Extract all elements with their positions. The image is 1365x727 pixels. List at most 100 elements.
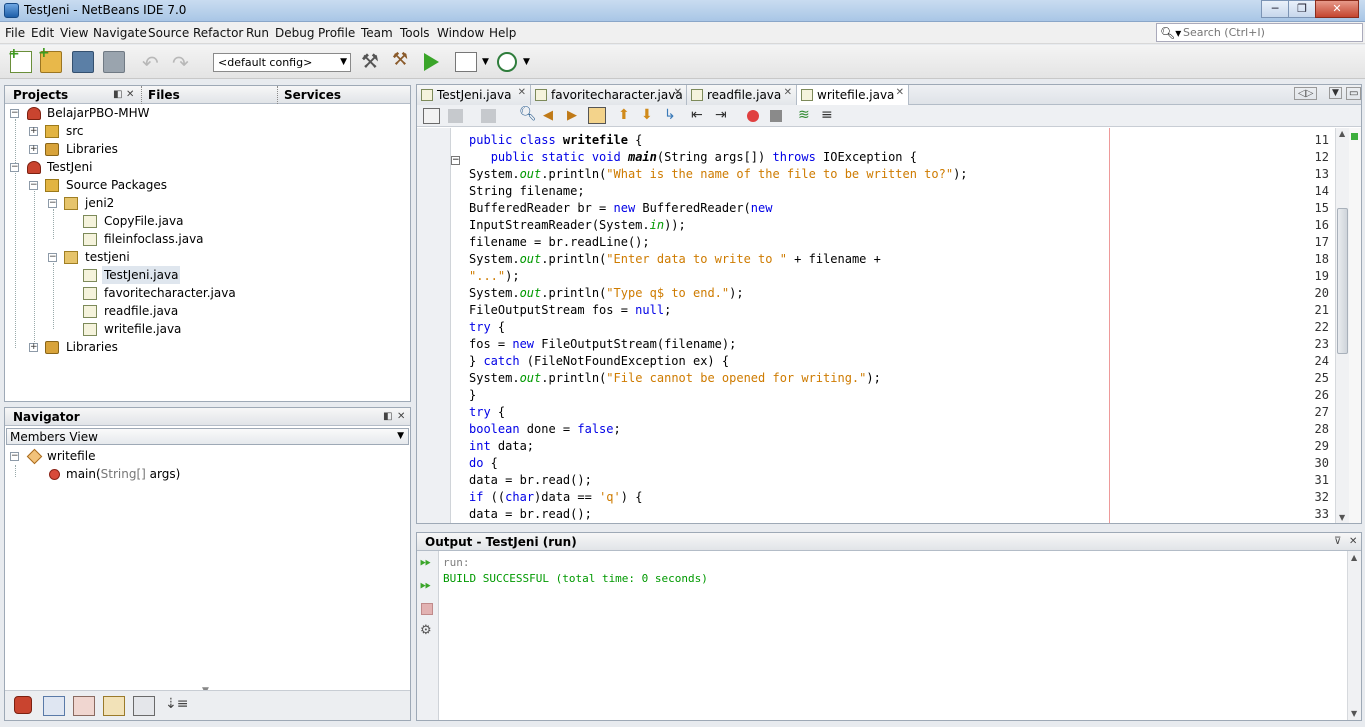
tab-readfile-java[interactable]: readfile.java ✕: [687, 85, 797, 105]
source-view-icon[interactable]: [423, 108, 440, 124]
members-view-dropdown[interactable]: Members View ▼: [6, 428, 409, 445]
tree-row[interactable]: TestJeni.java: [5, 266, 405, 284]
tab-writefile-java[interactable]: writefile.java ✕: [797, 85, 909, 105]
tab-list-icon[interactable]: ▼: [1329, 87, 1342, 99]
code-area[interactable]: − 11 public class writefile { 12 public …: [417, 128, 1335, 523]
collapse-icon[interactable]: −: [10, 109, 19, 118]
debug-icon[interactable]: [455, 52, 477, 72]
debug-dropdown-icon[interactable]: ▼: [482, 57, 492, 79]
save-all-icon[interactable]: [103, 51, 125, 73]
tab-services[interactable]: Services: [277, 86, 347, 104]
stop-icon[interactable]: [421, 603, 433, 615]
close-panel-icon[interactable]: ✕: [397, 411, 405, 422]
search-icon[interactable]: 🔍︎▾: [1160, 26, 1181, 40]
collapse-icon[interactable]: −: [10, 163, 19, 172]
tree-row[interactable]: − jeni2: [5, 194, 405, 212]
redo-icon[interactable]: ↷: [172, 51, 194, 75]
shift-left-icon[interactable]: ⇤: [691, 107, 703, 123]
menu-team[interactable]: Team: [361, 26, 393, 40]
tree-row[interactable]: favoritecharacter.java: [5, 284, 405, 302]
find-previous-icon[interactable]: ◀: [543, 108, 553, 123]
inherited-members-icon[interactable]: [14, 696, 32, 714]
config-dropdown[interactable]: <default config> ▼: [213, 53, 351, 72]
menu-edit[interactable]: Edit: [31, 26, 54, 40]
collapse-icon[interactable]: −: [48, 253, 57, 262]
tab-testjeni-java[interactable]: TestJeni.java ✕: [417, 85, 531, 105]
tree-row[interactable]: writefile.java: [5, 320, 405, 338]
record-macro-icon[interactable]: [747, 110, 759, 122]
menu-window[interactable]: Window: [437, 26, 484, 40]
menu-help[interactable]: Help: [489, 26, 516, 40]
maximize-editor-icon[interactable]: ▭: [1346, 87, 1362, 100]
tree-row[interactable]: − TestJeni: [5, 158, 405, 176]
tree-row[interactable]: − writefile: [5, 447, 405, 465]
run-play-icon[interactable]: [424, 53, 439, 71]
scroll-tabs-icon[interactable]: ◁▷: [1294, 87, 1318, 100]
collapse-icon[interactable]: −: [48, 199, 57, 208]
collapse-icon[interactable]: −: [29, 181, 38, 190]
search-input[interactable]: [1183, 25, 1361, 40]
tree-row[interactable]: − testjeni: [5, 248, 405, 266]
scroll-up-icon[interactable]: ▲: [1339, 129, 1345, 138]
tree-row[interactable]: main(String[] args): [5, 465, 405, 483]
sort-by-source-icon[interactable]: ⇣≡: [165, 696, 188, 712]
menu-profile[interactable]: Profile: [318, 26, 355, 40]
menu-navigate[interactable]: Navigate: [93, 26, 147, 40]
maximize-button[interactable]: ❐: [1288, 0, 1316, 18]
rerun-with-params-icon[interactable]: ⏩︎: [420, 577, 431, 593]
tree-row[interactable]: + Libraries: [5, 338, 405, 356]
scroll-up-icon[interactable]: ▲: [1351, 553, 1357, 562]
open-project-icon[interactable]: [72, 51, 94, 73]
profile-icon[interactable]: [497, 52, 517, 72]
tab-favoritecharacter-java[interactable]: favoritecharacter.java ✕: [531, 85, 687, 105]
menu-refactor[interactable]: Refactor: [193, 26, 243, 40]
profile-dropdown-icon[interactable]: ▼: [523, 57, 533, 79]
history-icon[interactable]: [448, 109, 463, 123]
new-file-icon[interactable]: [8, 46, 32, 73]
last-edit-icon[interactable]: [481, 109, 496, 123]
close-button[interactable]: ✕: [1315, 0, 1359, 18]
show-non-public-icon[interactable]: [103, 696, 125, 716]
show-static-icon[interactable]: [73, 696, 95, 716]
tree-row[interactable]: CopyFile.java: [5, 212, 405, 230]
tree-row[interactable]: readfile.java: [5, 302, 405, 320]
tree-row[interactable]: + src: [5, 122, 405, 140]
prev-bookmark-icon[interactable]: ⬆: [618, 107, 630, 123]
scroll-thumb[interactable]: [1337, 208, 1348, 354]
tab-files[interactable]: Files: [141, 86, 186, 104]
editor-scrollbar[interactable]: ▲ ▼: [1335, 128, 1349, 523]
close-icon[interactable]: ✕: [518, 87, 526, 98]
menu-file[interactable]: File: [5, 26, 25, 40]
minimize-panel-icon[interactable]: ◧: [113, 89, 122, 100]
minimize-button[interactable]: ─: [1261, 0, 1289, 18]
close-icon[interactable]: ✕: [674, 87, 682, 98]
find-icon[interactable]: 🔍︎: [519, 106, 537, 122]
menu-source[interactable]: Source: [148, 26, 189, 40]
toggle-highlight-icon[interactable]: [588, 107, 606, 124]
close-panel-icon[interactable]: ✕: [126, 89, 134, 100]
menu-view[interactable]: View: [60, 26, 88, 40]
show-fields-icon[interactable]: [43, 696, 65, 716]
settings-icon[interactable]: ⚙: [420, 623, 432, 638]
menu-run[interactable]: Run: [246, 26, 269, 40]
menu-debug[interactable]: Debug: [275, 26, 314, 40]
tree-row[interactable]: − Source Packages: [5, 176, 405, 194]
expand-icon[interactable]: +: [29, 127, 38, 136]
output-console[interactable]: run: BUILD SUCCESSFUL (total time: 0 sec…: [439, 551, 1347, 720]
new-project-icon[interactable]: [38, 45, 62, 73]
close-icon[interactable]: ✕: [784, 87, 792, 98]
collapse-icon[interactable]: −: [10, 452, 19, 461]
sort-by-name-icon[interactable]: [133, 696, 155, 716]
minimize-panel-icon[interactable]: ⊽: [1334, 536, 1341, 547]
output-scrollbar[interactable]: ▲ ▼: [1347, 551, 1361, 720]
rerun-icon[interactable]: ⏩︎: [420, 554, 431, 570]
toggle-bookmark-icon[interactable]: ↳: [664, 107, 676, 123]
next-bookmark-icon[interactable]: ⬇: [641, 107, 653, 123]
close-panel-icon[interactable]: ✕: [1349, 536, 1357, 547]
fold-collapse-icon[interactable]: −: [451, 156, 460, 165]
menu-tools[interactable]: Tools: [400, 26, 430, 40]
shift-right-icon[interactable]: ⇥: [715, 107, 727, 123]
tree-row[interactable]: − BelajarPBO-MHW: [5, 104, 405, 122]
tree-row[interactable]: + Libraries: [5, 140, 405, 158]
clean-build-icon[interactable]: ⚒: [392, 49, 414, 71]
